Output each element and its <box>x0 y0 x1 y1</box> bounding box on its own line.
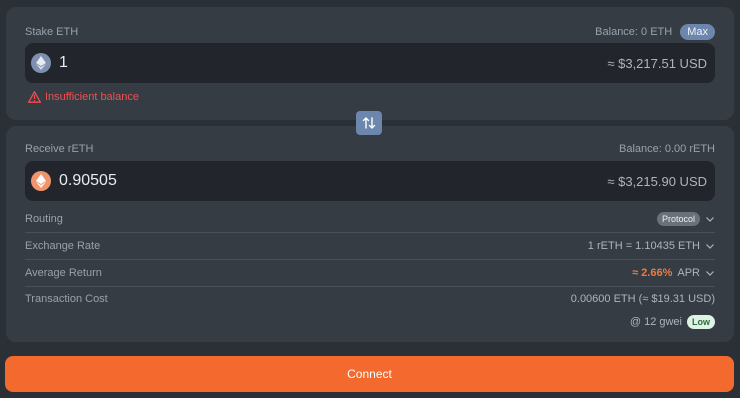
stake-card: Stake ETH Balance: 0 ETH Max 1 ≈ $3,217.… <box>6 7 734 120</box>
max-button[interactable]: Max <box>680 24 715 40</box>
transaction-cost-value: 0.00600 ETH (≈ $19.31 USD) <box>570 293 715 305</box>
gas-row: @ 12 gwei Low <box>630 315 715 329</box>
apr-unit: APR <box>677 267 700 279</box>
average-return-label: Average Return <box>25 267 102 279</box>
stake-usd-value: ≈ $3,217.51 USD <box>607 55 707 71</box>
protocol-badge: Protocol <box>656 212 700 226</box>
stake-balance: Balance: 0 ETH <box>595 26 673 38</box>
receive-amount-field: 0.90505 ≈ $3,215.90 USD <box>25 161 715 201</box>
routing-row[interactable]: Routing Protocol <box>25 206 715 233</box>
gas-price: @ 12 gwei <box>629 316 682 328</box>
average-return-value-group: ≈ 2.66% APR <box>632 267 715 279</box>
chevron-down-icon[interactable] <box>705 214 715 224</box>
error-text: Insufficient balance <box>45 91 139 103</box>
stake-balance-group: Balance: 0 ETH Max <box>595 24 715 40</box>
chevron-down-icon[interactable] <box>705 241 715 251</box>
transaction-cost-label: Transaction Cost <box>25 293 108 305</box>
receive-amount-left: 0.90505 <box>31 171 117 191</box>
swap-direction-button[interactable] <box>356 111 382 135</box>
average-return-row[interactable]: Average Return ≈ 2.66% APR <box>25 260 715 287</box>
stake-amount-field[interactable]: 1 ≈ $3,217.51 USD <box>25 43 715 83</box>
eth-icon <box>31 53 51 73</box>
reth-icon <box>31 171 51 191</box>
receive-card: Receive rETH Balance: 0.00 rETH 0.90505 … <box>6 126 734 342</box>
receive-label: Receive rETH <box>25 143 94 155</box>
warning-icon <box>28 91 41 103</box>
chevron-down-icon[interactable] <box>705 268 715 278</box>
routing-value-group: Protocol <box>656 212 715 226</box>
receive-header: Receive rETH Balance: 0.00 rETH <box>25 143 715 155</box>
exchange-rate-value: 1 rETH = 1.10435 ETH <box>587 240 700 252</box>
connect-button[interactable]: Connect <box>5 356 734 392</box>
routing-label: Routing <box>25 213 63 225</box>
swap-arrows-icon <box>362 117 376 129</box>
exchange-rate-row[interactable]: Exchange Rate 1 rETH = 1.10435 ETH <box>25 233 715 260</box>
receive-amount-value: 0.90505 <box>59 172 117 189</box>
transaction-cost-row: Transaction Cost 0.00600 ETH (≈ $19.31 U… <box>25 286 715 312</box>
error-message: Insufficient balance <box>28 91 139 103</box>
receive-usd-value: ≈ $3,215.90 USD <box>607 173 707 189</box>
receive-balance: Balance: 0.00 rETH <box>619 143 715 155</box>
stake-amount-input[interactable]: 1 <box>59 54 68 72</box>
exchange-rate-label: Exchange Rate <box>25 240 101 252</box>
gas-level-badge: Low <box>687 315 715 329</box>
stake-amount-left: 1 <box>31 53 68 73</box>
apr-value: ≈ 2.66% <box>632 267 673 279</box>
stake-header: Stake ETH Balance: 0 ETH Max <box>25 24 715 40</box>
exchange-rate-value-group: 1 rETH = 1.10435 ETH <box>588 240 715 252</box>
stake-label: Stake ETH <box>25 26 79 38</box>
